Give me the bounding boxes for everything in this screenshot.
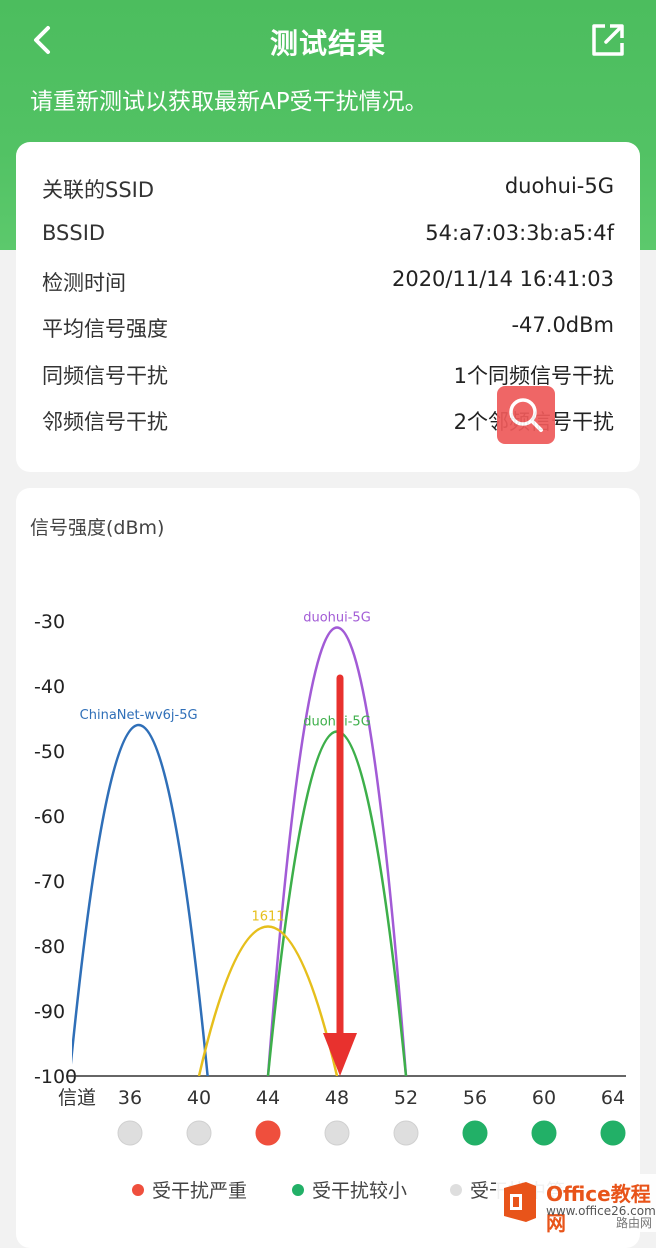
info-row-bssid: BSSID 54:a7:03:3b:a5:4f xyxy=(42,221,614,251)
legend-dot xyxy=(132,1184,144,1196)
channel-status-dot xyxy=(462,1120,488,1146)
channel-status-dot xyxy=(255,1120,281,1146)
share-icon[interactable] xyxy=(588,20,628,60)
red-arrow-head xyxy=(323,1033,357,1076)
legend-dot xyxy=(292,1184,304,1196)
y-tick-label: -80 xyxy=(34,936,65,958)
legend-label: 受干扰严重 xyxy=(152,1180,247,1202)
series-label: 1611 xyxy=(251,910,284,925)
retest-notice: 请重新测试以获取最新AP受干扰情况。 xyxy=(30,89,428,115)
y-tick-label: -50 xyxy=(34,741,65,763)
signal-chart: 信号强度(dBm) -30 -40 -50 -60 -70 -80 -90 -100信道 Chin… xyxy=(30,517,626,1202)
signal-chart-card: 信号强度(dBm) -30 -40 -50 -60 -70 -80 -90 -100 信道 Chin… xyxy=(16,488,640,1248)
x-tick-label: 52 xyxy=(394,1087,418,1109)
channel-status-dot xyxy=(117,1120,143,1146)
x-tick-label: 36 xyxy=(118,1087,142,1109)
info-label: BSSID xyxy=(42,221,106,245)
x-tick-label: 48 xyxy=(325,1087,349,1109)
x-tick-label: 44 xyxy=(256,1087,280,1109)
x-tick-label: 60 xyxy=(532,1087,556,1109)
legend-dot xyxy=(450,1184,462,1196)
info-label: 平均信号强度 xyxy=(42,317,168,341)
legend-label: 受干扰较小 xyxy=(312,1180,407,1202)
channel-status-dot xyxy=(186,1120,212,1146)
page-title: 测试结果 xyxy=(269,27,386,60)
info-label: 关联的SSID xyxy=(42,178,155,202)
y-tick-label: -60 xyxy=(34,806,65,828)
series-line xyxy=(72,723,209,1076)
channel-status-dot xyxy=(324,1120,350,1146)
info-label: 同频信号干扰 xyxy=(42,364,168,388)
y-tick-label: -30 xyxy=(34,611,65,633)
channel-status-dot xyxy=(600,1120,626,1146)
info-value: 54:a7:03:3b:a5:4f xyxy=(425,221,614,245)
office-logo-icon xyxy=(504,1182,536,1222)
y-tick-label: -40 xyxy=(34,676,65,698)
info-label: 邻频信号干扰 xyxy=(42,410,168,434)
info-row-time: 检测时间 2020/11/14 16:41:03 xyxy=(42,267,614,297)
info-row-signal: 平均信号强度 -47.0dBm xyxy=(42,313,614,343)
x-axis-label: 信道 xyxy=(58,1087,96,1109)
series-label: duohui-5G xyxy=(303,611,371,626)
info-value: duohui-5G xyxy=(504,174,614,198)
y-axis-label: 信号强度(dBm) xyxy=(30,517,164,539)
channel-status-dot xyxy=(531,1120,557,1146)
top-bar: 测试结果 xyxy=(0,0,656,80)
floating-search-button[interactable] xyxy=(497,386,555,444)
y-tick-label: -70 xyxy=(34,871,65,893)
info-row-ssid: 关联的SSID duohui-5G xyxy=(42,174,614,204)
watermark: Office教程网 www.office26.com 路由网 xyxy=(496,1174,656,1235)
channel-status-dot xyxy=(393,1120,419,1146)
x-tick-label: 64 xyxy=(601,1087,625,1109)
y-tick-label: -100 xyxy=(34,1066,77,1088)
x-tick-label: 56 xyxy=(463,1087,487,1109)
info-value: -47.0dBm xyxy=(511,313,614,337)
x-tick-label: 40 xyxy=(187,1087,211,1109)
series-label: ChinaNet-wv6j-5G xyxy=(80,708,198,723)
search-icon xyxy=(509,398,543,432)
watermark-site: 路由网 xyxy=(615,1216,652,1230)
plot-area xyxy=(72,626,408,1076)
y-tick-label: -90 xyxy=(34,1001,65,1023)
info-label: 检测时间 xyxy=(42,271,126,295)
series-line xyxy=(197,925,339,1076)
info-value: 2020/11/14 16:41:03 xyxy=(391,267,614,291)
